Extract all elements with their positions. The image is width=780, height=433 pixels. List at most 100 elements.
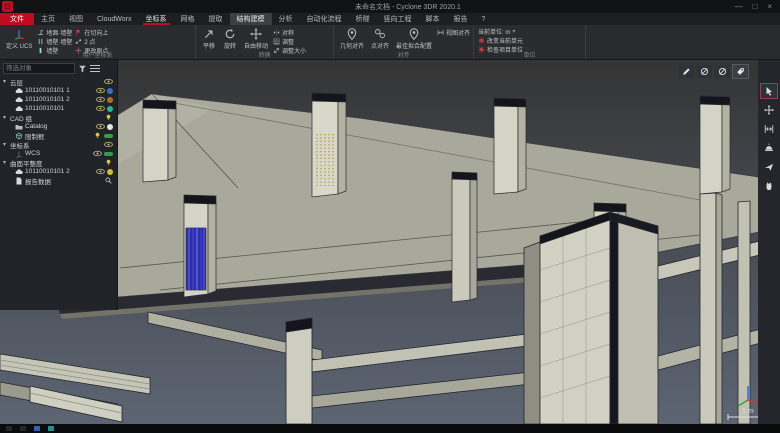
tab-home[interactable]: 主页 [34, 13, 62, 25]
tab-file[interactable]: 文件 [0, 13, 34, 25]
tab-report[interactable]: 报告 [447, 13, 475, 25]
filter-objects-input[interactable] [3, 63, 75, 74]
magnifier-icon[interactable] [104, 177, 113, 184]
column[interactable] [494, 98, 526, 194]
taskbar-icon[interactable] [20, 426, 26, 431]
tree-group-clouds[interactable]: ▾ 云层 [3, 77, 115, 86]
tree-group-coordinate-systems[interactable]: ▾ 坐标系 [3, 140, 115, 149]
point-align-button[interactable]: 点对齐 [369, 27, 391, 51]
tab-structure-modeling[interactable]: 结构建模 [230, 13, 272, 25]
column[interactable] [143, 100, 176, 182]
color-swatch[interactable] [107, 169, 113, 175]
wall-wall-icon [37, 38, 44, 45]
ucs-on-tangent-button[interactable]: 在切向上 [75, 28, 108, 36]
tab-vertical-engineering[interactable]: 竖向工程 [377, 13, 419, 25]
ucs-two-points-button[interactable]: 2 点 [75, 37, 108, 45]
eye-icon[interactable] [96, 96, 105, 103]
color-swatch[interactable] [107, 88, 113, 94]
tag-icon[interactable] [733, 65, 748, 78]
camera-icon[interactable] [761, 141, 777, 155]
pen-icon[interactable] [679, 65, 694, 78]
eye-icon[interactable] [96, 123, 105, 130]
fly-icon[interactable] [761, 160, 777, 174]
color-swatch[interactable] [104, 152, 113, 156]
selected-column-scan[interactable] [184, 195, 216, 297]
taskbar-icon[interactable] [34, 426, 40, 431]
translate-button[interactable]: 平移 [200, 27, 218, 51]
maximize-button[interactable]: □ [752, 0, 757, 13]
view-align-icon [437, 29, 444, 36]
minimize-button[interactable]: — [734, 0, 742, 13]
view-align-button[interactable]: 视图对齐 [437, 28, 470, 36]
tab-cloudworx[interactable]: CloudWorx [90, 13, 139, 25]
ribbon: 定义 UCS 地面·墙壁 墙壁·墙壁 墙壁 在切向上 2 点 更改原点 用户坐标… [0, 25, 780, 60]
define-ucs-button[interactable]: 定义 UCS [4, 27, 34, 51]
best-fit-button[interactable]: 最佳拟合配置 [394, 27, 434, 51]
mirror-button[interactable]: 对称 [273, 28, 306, 36]
tree-item-catalog[interactable]: Catalog [3, 122, 115, 131]
bulb-icon[interactable] [104, 159, 113, 166]
chevron-down-icon[interactable]: ▾ [3, 78, 10, 85]
eye-icon[interactable] [104, 78, 113, 85]
core-wall[interactable] [524, 212, 658, 424]
ucs-ground-wall-button[interactable]: 地面·墙壁 [37, 28, 72, 36]
geometric-align-button[interactable]: 几何对齐 [338, 27, 366, 51]
tree-item-cloud[interactable]: 10110010101 2 [3, 95, 115, 104]
bulb-icon[interactable] [93, 132, 102, 139]
ucs-wall-wall-button[interactable]: 墙壁·墙壁 [37, 37, 72, 45]
eye-icon[interactable] [96, 168, 105, 175]
tree-group-cad[interactable]: ▾ CAD 组 [3, 113, 115, 122]
tree-item-cloud[interactable]: 10110010101 1 [3, 86, 115, 95]
window-title: 未命名文档 - Cyclone 3DR 2020.1 [355, 2, 461, 12]
current-units-label: 当前单位: m▾ [478, 27, 581, 35]
color-swatch[interactable] [104, 134, 113, 138]
tab-coordinate-system[interactable]: 坐标系 [139, 13, 174, 25]
column-scan-yellow[interactable] [312, 93, 346, 197]
tree-group-surface-flatness[interactable]: ▾ 曲面平整度 [3, 158, 115, 167]
tree-item-report-data[interactable]: 报告数据 [3, 176, 115, 185]
tab-bridge-tunnel[interactable]: 桥隧 [349, 13, 377, 25]
two-points-icon [75, 38, 82, 45]
column[interactable] [452, 172, 477, 302]
eye-icon[interactable] [96, 105, 105, 112]
measure-pen-icon[interactable] [715, 65, 730, 78]
hand-icon[interactable] [761, 179, 777, 193]
eye-icon[interactable] [96, 87, 105, 94]
tab-help[interactable]: ? [475, 13, 493, 25]
panel-menu-icon[interactable] [90, 65, 100, 73]
column[interactable] [700, 96, 730, 194]
tree-item-cloud[interactable]: 10110010101 2 [3, 167, 115, 176]
taskbar-icon[interactable] [48, 426, 54, 431]
eye-icon[interactable] [93, 150, 102, 157]
color-swatch[interactable] [107, 106, 113, 112]
tab-analysis[interactable]: 分析 [272, 13, 300, 25]
rotate-button[interactable]: 旋转 [221, 27, 239, 51]
tab-script[interactable]: 脚本 [419, 13, 447, 25]
cursor-icon[interactable] [761, 84, 777, 98]
tab-automation[interactable]: 自动化流程 [300, 13, 349, 25]
filter-icon[interactable] [78, 64, 87, 73]
fit-view-icon[interactable] [761, 122, 777, 136]
taskbar-icon[interactable] [6, 426, 12, 431]
eye-icon[interactable] [104, 141, 113, 148]
chevron-down-icon[interactable]: ▾ [3, 159, 10, 166]
tab-extract[interactable]: 提取 [202, 13, 230, 25]
chevron-down-icon[interactable]: ▾ [3, 114, 10, 121]
tab-mesh[interactable]: 网格 [174, 13, 202, 25]
bulb-icon[interactable] [104, 114, 113, 121]
column[interactable] [700, 193, 722, 424]
app-logo-icon[interactable] [2, 1, 13, 12]
measure-icon[interactable] [697, 65, 712, 78]
tab-view[interactable]: 视图 [62, 13, 90, 25]
annotation-toolbar [679, 65, 748, 78]
chevron-down-icon[interactable]: ▾ [3, 141, 10, 148]
column[interactable] [286, 318, 312, 424]
pan-icon[interactable] [761, 103, 777, 117]
color-swatch[interactable] [107, 97, 113, 103]
adjust-button[interactable]: 调整 [273, 37, 306, 45]
report-icon [15, 177, 23, 185]
close-button[interactable]: × [767, 0, 772, 13]
free-move-button[interactable]: 自由移动 [242, 27, 270, 51]
change-unit-button[interactable]: 改变当前单元 [478, 36, 581, 44]
color-swatch[interactable] [107, 124, 113, 130]
